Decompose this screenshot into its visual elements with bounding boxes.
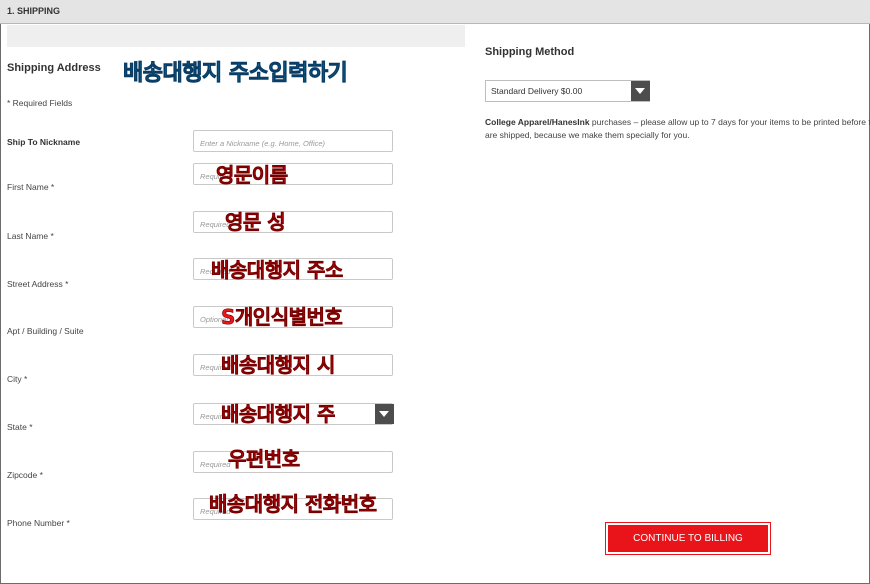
first-name-label: First Name *	[7, 182, 55, 192]
annotation-address-input: 배송대행지 주소입력하기	[123, 61, 349, 86]
apt-label: Apt / Building / Suite	[7, 326, 84, 336]
annotation-zipcode: 우편번호	[228, 447, 301, 471]
state-dropdown-arrow-icon[interactable]	[375, 404, 394, 424]
last-name-label: Last Name *	[7, 231, 54, 241]
nickname-label: Ship To Nickname	[7, 137, 81, 147]
annotation-first-name: 영문이름	[216, 163, 289, 187]
continue-to-billing-button[interactable]: CONTINUE TO BILLING	[605, 522, 771, 555]
shipping-method-select[interactable]: Standard Delivery $0.00	[485, 80, 650, 102]
section-header: 1. SHIPPING	[0, 0, 870, 24]
city-label: City *	[7, 374, 28, 384]
page-frame	[0, 0, 870, 584]
header-band	[7, 25, 465, 47]
required-fields-note: * Required Fields	[7, 98, 73, 108]
nickname-input[interactable]: Enter a Nickname (e.g. Home, Office)	[193, 130, 393, 152]
annotation-state: 배송대행지 주	[221, 402, 336, 426]
shipping-method-value: Standard Delivery $0.00	[491, 86, 583, 96]
annotation-city: 배송대행지 시	[221, 353, 336, 377]
phone-label: Phone Number *	[7, 518, 70, 528]
annotation-apt: S개인식별번호	[221, 305, 343, 329]
last-name-input[interactable]: Required	[193, 211, 393, 233]
annotation-last-name: 영문 성	[225, 210, 286, 234]
shipping-method-note: College Apparel/HanesInk purchases – ple…	[485, 116, 870, 142]
annotation-phone: 배송대행지 전화번호	[209, 492, 378, 516]
shipping-method-heading: Shipping Method	[485, 46, 575, 58]
note-brand: College Apparel/HanesInk	[485, 117, 590, 127]
zipcode-label: Zipcode *	[7, 470, 43, 480]
street-address-label: Street Address *	[7, 279, 69, 289]
method-dropdown-arrow-icon[interactable]	[631, 81, 650, 101]
section-title: 1. SHIPPING	[7, 6, 61, 16]
state-label: State *	[7, 422, 33, 432]
annotation-street-address: 배송대행지 주소	[211, 258, 344, 282]
shipping-address-heading: Shipping Address	[7, 62, 101, 74]
